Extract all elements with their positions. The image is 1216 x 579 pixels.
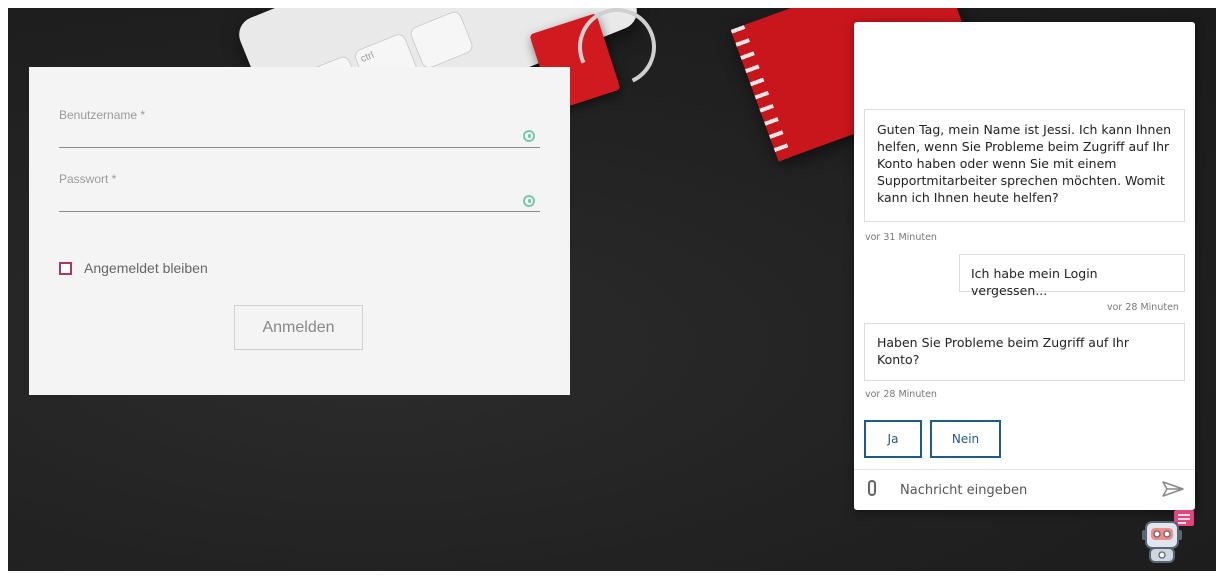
username-field[interactable] [59,147,540,148]
password-field[interactable] [59,211,540,212]
chatbot-avatar-icon[interactable] [1140,510,1196,566]
chat-message-text: Guten Tag, mein Name ist Jessi. Ich kann… [877,122,1172,205]
chat-message-bot: Guten Tag, mein Name ist Jessi. Ich kann… [864,109,1185,222]
chat-timestamp: vor 28 Minuten [865,389,937,400]
chat-message-bot: Haben Sie Probleme beim Zugriff auf Ihr … [864,323,1185,381]
chat-message-user: Ich habe mein Login vergessen... [959,254,1185,298]
username-label: Benutzername * [59,108,146,122]
chat-timestamp: vor 31 Minuten [865,232,937,243]
paperclip-icon[interactable] [868,480,876,496]
remember-me-checkbox[interactable] [59,262,72,275]
chat-message-text: Haben Sie Probleme beim Zugriff auf Ihr … [877,335,1129,367]
remember-me-label[interactable]: Angemeldet bleiben [84,260,208,276]
choice-yes-button[interactable]: Ja [864,420,922,458]
chat-timestamp: vor 28 Minuten [1107,302,1179,313]
chat-widget: Guten Tag, mein Name ist Jessi. Ich kann… [854,22,1195,510]
chat-message-input[interactable] [898,477,1152,503]
choice-no-button[interactable]: Nein [930,420,1001,458]
password-label: Passwort * [59,172,117,186]
login-button[interactable]: Anmelden [234,305,363,350]
send-icon[interactable] [1162,481,1184,497]
chat-message-text: Ich habe mein Login vergessen... [971,266,1098,298]
key-icon[interactable] [523,130,535,142]
login-card: Benutzername * Passwort * Angemeldet ble… [29,67,570,395]
keyboard-key [408,9,475,71]
key-icon[interactable] [523,195,535,207]
chat-divider [854,469,1195,470]
